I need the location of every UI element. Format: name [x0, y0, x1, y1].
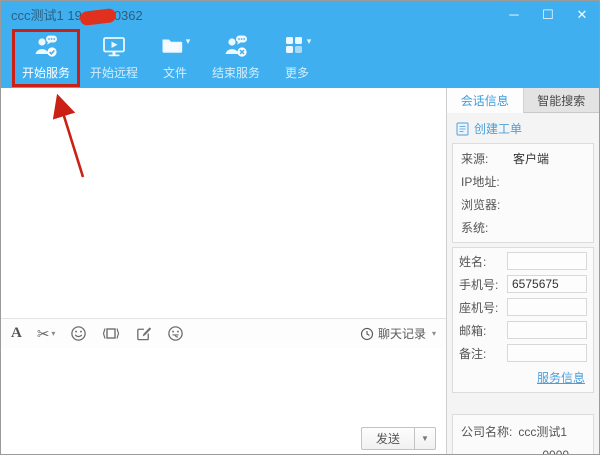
source-value: 客户端	[513, 150, 549, 167]
chat-history-label: 聊天记录	[378, 325, 426, 342]
message-input[interactable]	[1, 349, 446, 424]
send-button[interactable]: 发送	[361, 427, 414, 450]
email-field[interactable]	[507, 321, 587, 339]
info-row-browser: 浏览器:	[453, 193, 593, 216]
redaction-scribble	[79, 7, 116, 25]
window-controls: ─ ☐ ✕	[505, 1, 591, 28]
more-grid-icon	[283, 33, 305, 62]
header: ccc测试1 19 0362 ─ ☐ ✕	[1, 1, 599, 88]
chat-history-button[interactable]: 聊天记录 ▾	[360, 325, 436, 342]
mobile-field[interactable]	[507, 275, 587, 293]
create-ticket-label: 创建工单	[474, 120, 522, 137]
more-label: 更多	[285, 64, 309, 81]
tab-smart-search[interactable]: 智能搜索	[524, 88, 600, 113]
font-icon: A	[11, 325, 22, 342]
start-service-person-check-icon	[32, 32, 60, 62]
form-row-email: 邮箱:	[459, 321, 587, 339]
rich-editor-button[interactable]	[135, 325, 152, 342]
service-expiry-row: 服务到期时间: 0000-00-00 ☰	[453, 444, 593, 455]
title-suffix: 0362	[114, 8, 143, 23]
window-title: ccc测试1 19 0362	[11, 5, 143, 24]
minimize-button[interactable]: ─	[505, 7, 523, 22]
remark-field[interactable]	[507, 344, 587, 362]
start-remote-label: 开始远程	[90, 64, 138, 81]
end-service-label: 结束服务	[212, 64, 260, 81]
screenshot-caret-icon: ▾	[51, 329, 55, 338]
end-service-person-x-icon	[222, 32, 250, 62]
screenshot-scissors-icon: ✂	[37, 325, 50, 343]
file-folder-icon	[160, 32, 184, 63]
file-dropdown-caret-icon: ▾	[186, 36, 191, 47]
send-button-group: 发送 ▼	[361, 427, 436, 450]
message-history-area[interactable]	[1, 88, 446, 318]
maximize-button[interactable]: ☐	[539, 7, 557, 23]
service-expiry-value: 0000-00-00	[542, 448, 573, 455]
start-remote-monitor-play-icon	[101, 32, 127, 62]
info-row-system: 系统:	[453, 216, 593, 239]
custom-emoji-icon	[167, 325, 184, 342]
titlebar: ccc测试1 19 0362 ─ ☐ ✕	[1, 1, 599, 28]
landline-field[interactable]	[507, 298, 587, 316]
app-window: ccc测试1 19 0362 ─ ☐ ✕	[0, 0, 600, 455]
start-service-label: 开始服务	[22, 64, 70, 81]
company-name-row: 公司名称: ccc测试1	[453, 419, 593, 444]
rich-editor-icon	[135, 325, 152, 342]
shake-window-button[interactable]	[102, 325, 120, 342]
form-row-remark: 备注:	[459, 344, 587, 362]
more-button[interactable]: ▾ 更多	[273, 28, 321, 84]
start-remote-button[interactable]: 开始远程	[83, 28, 145, 84]
more-dropdown-caret-icon: ▾	[307, 36, 312, 47]
end-service-button[interactable]: 结束服务	[205, 28, 267, 84]
file-label: 文件	[163, 64, 187, 81]
form-row-mobile: 手机号:	[459, 275, 587, 293]
info-row-source: 来源: 客户端	[453, 147, 593, 170]
emoji-button[interactable]	[70, 325, 87, 342]
chat-format-toolbar: A ✂▾	[1, 318, 446, 348]
customer-form-box: 姓名: 手机号: 座机号: 邮箱: 备注:	[452, 247, 594, 393]
close-button[interactable]: ✕	[573, 7, 591, 23]
session-panel: 会话信息 智能搜索 创建工单 来源: 客户端 IP地址:	[446, 88, 599, 455]
title-prefix: ccc测试1 19	[11, 8, 82, 23]
start-service-button[interactable]: 开始服务	[15, 28, 77, 84]
tab-session-info[interactable]: 会话信息	[447, 88, 524, 113]
font-button[interactable]: A	[11, 325, 22, 342]
panel-tabs: 会话信息 智能搜索	[447, 88, 599, 113]
screenshot-button[interactable]: ✂▾	[37, 325, 56, 343]
name-field[interactable]	[507, 252, 587, 270]
chat-history-caret-icon: ▾	[432, 329, 436, 338]
clock-icon	[360, 327, 374, 341]
file-button[interactable]: ▾ 文件	[151, 28, 199, 84]
main-toolbar: 开始服务 开始远程	[1, 28, 327, 88]
session-info-box: 来源: 客户端 IP地址: 浏览器: 系统:	[452, 143, 594, 243]
shake-window-icon	[102, 325, 120, 342]
create-ticket-link[interactable]: 创建工单	[447, 113, 599, 143]
chat-area: A ✂▾	[1, 88, 446, 455]
company-name-value: ccc测试1	[518, 423, 567, 440]
emoji-icon	[70, 325, 87, 342]
form-row-landline: 座机号:	[459, 298, 587, 316]
custom-emoji-button[interactable]	[167, 325, 184, 342]
form-row-name: 姓名:	[459, 252, 587, 270]
send-options-button[interactable]: ▼	[414, 427, 436, 450]
service-info-link[interactable]: 服务信息	[537, 371, 585, 385]
info-row-ip: IP地址:	[453, 170, 593, 193]
send-caret-icon: ▼	[421, 434, 429, 443]
company-info-box: 公司名称: ccc测试1 服务到期时间: 0000-00-00 ☰	[452, 414, 594, 455]
ticket-document-icon	[456, 122, 469, 136]
